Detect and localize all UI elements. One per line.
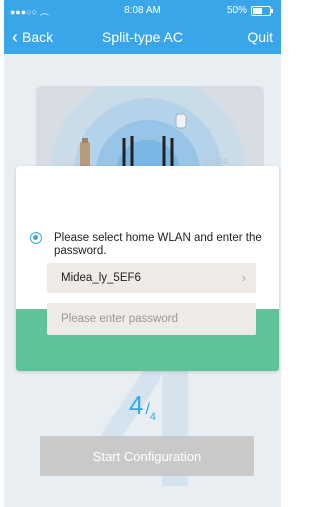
status-bar: ●●●○○ ︵ 8:08 AM 50% — [4, 0, 281, 22]
step-current: 4 — [128, 390, 144, 420]
step-indicator: 4/4 — [4, 390, 281, 423]
navigation-bar: ‹ Back Split-type AC Quit — [4, 22, 281, 54]
quit-button[interactable]: Quit — [247, 29, 273, 45]
step-total: 4 — [149, 411, 157, 423]
device-label: midea — [204, 156, 229, 166]
page-title: Split-type AC — [102, 29, 183, 45]
app-screen: ●●●○○ ︵ 8:08 AM 50% ‹ Back Split-type AC… — [4, 0, 281, 507]
wlan-select[interactable]: Midea_ly_5EF6 › — [47, 263, 256, 293]
wlan-prompt: Please select home WLAN and enter the pa… — [54, 232, 262, 257]
start-configuration-button[interactable]: Start Configuration — [40, 436, 254, 476]
battery-icon — [251, 6, 273, 16]
wlan-name: Midea_ly_5EF6 — [61, 272, 141, 284]
wlan-form-card: Please select home WLAN and enter the pa… — [16, 166, 279, 371]
battery-percent: 50% — [226, 5, 247, 16]
sensor-device — [175, 113, 187, 129]
password-input[interactable] — [47, 303, 256, 335]
wlan-radio[interactable] — [30, 232, 42, 244]
chevron-right-icon: › — [241, 270, 246, 285]
